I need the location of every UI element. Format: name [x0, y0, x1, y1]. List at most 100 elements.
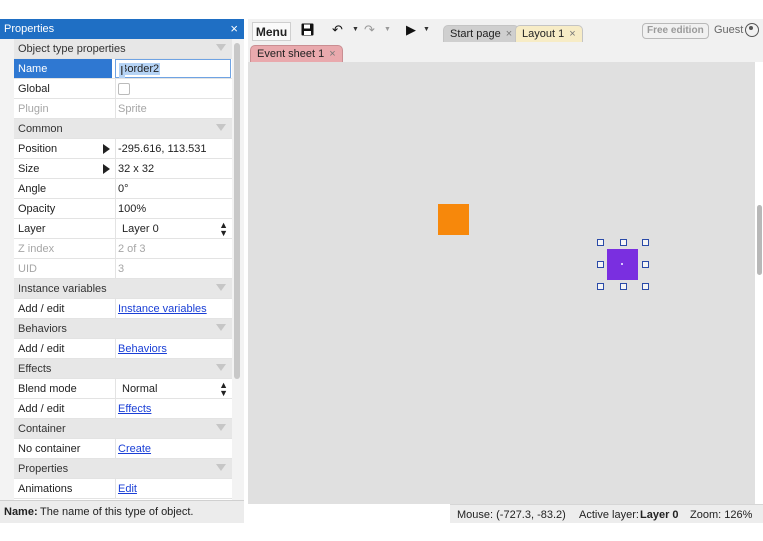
property-label: Animations: [18, 483, 73, 495]
property-row-no-container[interactable]: No container Create: [14, 439, 232, 459]
category-effects[interactable]: Effects: [14, 359, 232, 379]
property-row-blend-mode[interactable]: Blend mode Normal ▲ ▼: [14, 379, 232, 399]
play-dropdown-icon[interactable]: ▼: [423, 26, 430, 33]
category-behaviors[interactable]: Behaviors: [14, 319, 232, 339]
property-row-global[interactable]: Global: [14, 79, 232, 99]
property-label: Name: [14, 59, 112, 78]
redo-dropdown-icon[interactable]: ▼: [384, 26, 391, 33]
category-common[interactable]: Common: [14, 119, 232, 139]
property-select-value[interactable]: Layer 0: [122, 223, 159, 235]
property-value: Sprite: [118, 103, 147, 115]
resize-handle-w[interactable]: [597, 261, 604, 268]
property-row-plugin[interactable]: Plugin Sprite: [14, 99, 232, 119]
resize-handle-n[interactable]: [620, 239, 627, 246]
tab-label: Layout 1: [522, 28, 565, 40]
tab-start-page[interactable]: Start page ×: [443, 25, 520, 42]
column-divider: [115, 259, 116, 278]
property-row-opacity[interactable]: Opacity 100%: [14, 199, 232, 219]
property-label: Plugin: [18, 103, 49, 115]
property-row-add-edit[interactable]: Add / edit Instance variables: [14, 299, 232, 319]
close-icon[interactable]: ×: [569, 28, 575, 40]
tab-label: Event sheet 1: [257, 48, 325, 60]
property-label: Z index: [18, 243, 55, 255]
property-row-position[interactable]: Position -295.616, 113.531: [14, 139, 232, 159]
undo-dropdown-icon[interactable]: ▼: [352, 26, 359, 33]
select-arrows-icon[interactable]: ▲ ▼: [219, 381, 228, 398]
expand-arrow-icon[interactable]: [103, 144, 110, 154]
column-divider: [115, 399, 116, 418]
canvas-scrollbar[interactable]: [757, 205, 762, 275]
tab-event-sheet-1[interactable]: Event sheet 1 ×: [250, 45, 343, 62]
properties-scrollbar[interactable]: [234, 43, 240, 379]
layout-canvas[interactable]: [248, 62, 755, 504]
collapse-icon[interactable]: [216, 424, 226, 431]
category-object-type-properties[interactable]: Object type properties: [14, 39, 232, 59]
property-link-text[interactable]: Edit: [118, 483, 137, 495]
close-icon[interactable]: ×: [230, 21, 238, 36]
main-toolbar: Menu ↶ ▼ ↷ ▼ ▶ ▼ Start page × Layout 1 × F…: [248, 19, 763, 45]
active-layer-label: Active layer:: [579, 509, 639, 521]
category-instance-variables[interactable]: Instance variables: [14, 279, 232, 299]
category-label: Effects: [18, 363, 52, 375]
close-icon[interactable]: ×: [506, 28, 512, 40]
category-label: Properties: [18, 463, 69, 475]
sheet-tab-bar: Event sheet 1 ×: [248, 45, 763, 62]
property-link-text[interactable]: Instance variables: [118, 303, 207, 315]
property-value[interactable]: 100%: [118, 203, 146, 215]
property-value: 3: [118, 263, 125, 275]
play-icon[interactable]: ▶: [406, 22, 416, 38]
property-link-text[interactable]: Behaviors: [118, 343, 167, 355]
menu-button[interactable]: Menu: [252, 22, 291, 41]
name-input-text: Border2: [119, 63, 161, 75]
column-divider: [115, 199, 116, 218]
property-row-angle[interactable]: Angle 0°: [14, 179, 232, 199]
tab-layout-1[interactable]: Layout 1 ×: [515, 25, 583, 42]
undo-icon[interactable]: ↶: [332, 22, 343, 38]
property-select-value[interactable]: Normal: [122, 383, 157, 395]
property-link-text[interactable]: Create: [118, 443, 151, 455]
help-text: The name of this type of object.: [40, 506, 194, 518]
collapse-icon[interactable]: [216, 464, 226, 471]
resize-handle-se[interactable]: [642, 283, 649, 290]
category-container[interactable]: Container: [14, 419, 232, 439]
resize-handle-e[interactable]: [642, 261, 649, 268]
collapse-icon[interactable]: [216, 324, 226, 331]
property-row-uid[interactable]: UID 3: [14, 259, 232, 279]
property-row-layer[interactable]: Layer Layer 0 ▲ ▼: [14, 219, 232, 239]
collapse-icon[interactable]: [216, 124, 226, 131]
property-value[interactable]: 32 x 32: [118, 163, 154, 175]
property-link-text[interactable]: Effects: [118, 403, 151, 415]
close-icon[interactable]: ×: [329, 48, 335, 60]
property-link: Effects: [118, 403, 151, 415]
expand-arrow-icon[interactable]: [103, 164, 110, 174]
purple-sprite[interactable]: [607, 249, 638, 280]
active-layer-value: Layer 0: [640, 509, 679, 521]
save-icon[interactable]: [301, 23, 314, 39]
collapse-icon[interactable]: [216, 284, 226, 291]
resize-handle-sw[interactable]: [597, 283, 604, 290]
free-edition-badge[interactable]: Free edition: [642, 23, 709, 39]
status-bar: Mouse: (-727.3, -83.2) Active layer: Lay…: [450, 504, 763, 523]
property-value[interactable]: 0°: [118, 183, 129, 195]
property-value[interactable]: -295.616, 113.531: [118, 143, 206, 155]
resize-handle-s[interactable]: [620, 283, 627, 290]
property-row-animations[interactable]: Animations Edit: [14, 479, 232, 499]
collapse-icon[interactable]: [216, 44, 226, 51]
user-name[interactable]: Guest: [714, 24, 743, 36]
redo-icon[interactable]: ↷: [364, 22, 375, 38]
property-row-add-edit[interactable]: Add / edit Effects: [14, 399, 232, 419]
orange-sprite[interactable]: [438, 204, 469, 235]
name-input[interactable]: Border2 I: [115, 59, 231, 78]
global-checkbox[interactable]: [118, 83, 130, 95]
collapse-icon[interactable]: [216, 364, 226, 371]
category-properties[interactable]: Properties: [14, 459, 232, 479]
property-row-z-index[interactable]: Z index 2 of 3: [14, 239, 232, 259]
property-row-size[interactable]: Size 32 x 32: [14, 159, 232, 179]
property-row-name[interactable]: Name Border2 I: [14, 59, 232, 79]
property-link: Behaviors: [118, 343, 167, 355]
user-icon[interactable]: [745, 23, 759, 37]
select-arrows-icon[interactable]: ▲ ▼: [219, 221, 228, 238]
property-row-add-edit[interactable]: Add / edit Behaviors: [14, 339, 232, 359]
resize-handle-nw[interactable]: [597, 239, 604, 246]
resize-handle-ne[interactable]: [642, 239, 649, 246]
